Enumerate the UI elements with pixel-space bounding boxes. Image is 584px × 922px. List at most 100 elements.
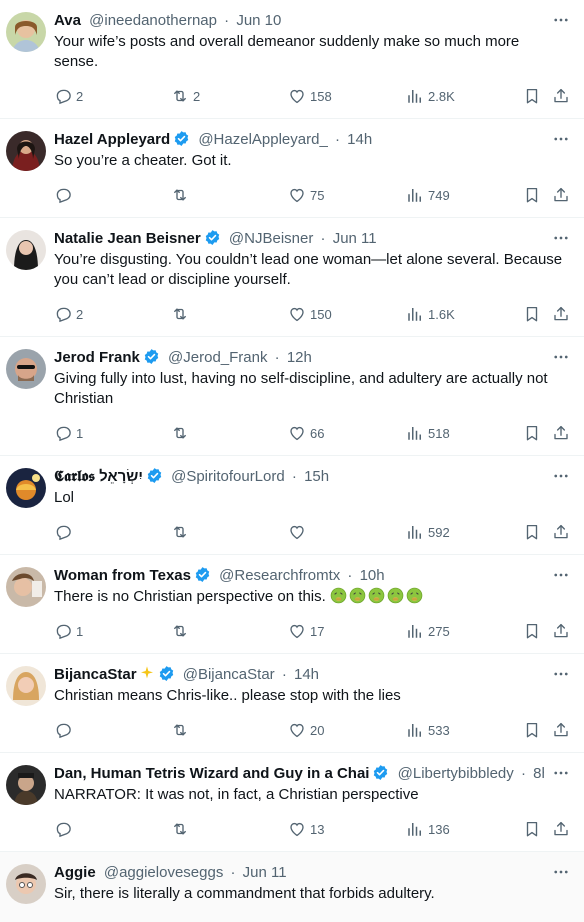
avatar[interactable] [6,131,46,171]
more-options-icon[interactable] [552,763,570,783]
avatar[interactable] [6,230,46,270]
like-button[interactable]: 13 [288,819,324,839]
avatar[interactable] [6,349,46,389]
share-button[interactable] [552,86,570,106]
bookmark-button[interactable] [523,86,541,106]
like-button[interactable]: 75 [288,185,324,205]
avatar[interactable] [6,864,46,904]
author-handle[interactable]: @BijancaStar [183,666,275,683]
author-handle[interactable]: @Researchfromtx [219,567,340,584]
bookmark-button[interactable] [523,819,541,839]
views-button[interactable]: 592 [406,522,450,542]
more-options-icon[interactable] [552,228,570,248]
reply-button[interactable] [54,720,76,740]
timestamp[interactable]: 15h [304,468,329,485]
retweet-button[interactable] [171,522,193,542]
timestamp[interactable]: 8h [533,765,544,782]
reply-button[interactable]: 2 [54,86,83,106]
author-handle[interactable]: @SpiritofourLord [171,468,285,485]
tweet-item[interactable]: BijancaStar @BijancaStar · 14h Christian… [0,654,584,753]
retweet-button[interactable] [171,185,193,205]
avatar[interactable] [6,12,46,52]
views-button[interactable]: 136 [406,819,450,839]
views-button[interactable]: 518 [406,423,450,443]
reply-button[interactable] [54,522,76,542]
tweet-item[interactable]: Ava @ineedanothernap · Jun 10 Your wife’… [0,0,584,119]
reply-button[interactable]: 1 [54,621,83,641]
author-handle[interactable]: @Libertybibbledy [398,765,514,782]
timestamp[interactable]: 10h [360,567,385,584]
tweet-item[interactable]: 𝕮𝖆𝖗𝖑𝖔𝖘 יִשְׂרָאֵל @SpiritofourLord · 15h… [0,456,584,555]
tweet-item[interactable]: Natalie Jean Beisner @NJBeisner · Jun 11… [0,218,584,337]
share-button[interactable] [552,522,570,542]
tweet-item[interactable]: Woman from Texas @Researchfromtx · 10h T… [0,555,584,654]
author-name[interactable]: Dan, Human Tetris Wizard and Guy in a Ch… [54,765,369,782]
timestamp[interactable]: 14h [347,131,372,148]
retweet-button[interactable] [171,304,193,324]
reply-button[interactable]: 1 [54,423,83,443]
author-name[interactable]: Aggie [54,864,96,881]
share-button[interactable] [552,423,570,443]
author-name[interactable]: Jerod Frank [54,349,140,366]
more-options-icon[interactable] [552,664,570,684]
more-options-icon[interactable] [552,862,570,882]
like-button[interactable]: 20 [288,720,324,740]
author-handle[interactable]: @Jerod_Frank [168,349,267,366]
bookmark-button[interactable] [523,720,541,740]
share-button[interactable] [552,720,570,740]
author-name[interactable]: Natalie Jean Beisner [54,230,201,247]
timestamp[interactable]: Jun 10 [236,12,281,29]
timestamp[interactable]: 12h [287,349,312,366]
timestamp[interactable]: 14h [294,666,319,683]
author-name[interactable]: Hazel Appleyard [54,131,170,148]
timestamp[interactable]: Jun 11 [243,864,287,881]
author-handle[interactable]: @HazelAppleyard_ [198,131,327,148]
views-button[interactable]: 2.8K [406,86,455,106]
share-button[interactable] [552,304,570,324]
more-options-icon[interactable] [552,466,570,486]
like-button[interactable]: 158 [288,86,332,106]
like-button[interactable]: 66 [288,423,324,443]
tweet-item[interactable]: Hazel Appleyard @HazelAppleyard_ · 14h S… [0,119,584,218]
tweet-item[interactable]: Dan, Human Tetris Wizard and Guy in a Ch… [0,753,584,852]
author-name[interactable]: Woman from Texas [54,567,191,584]
avatar[interactable] [6,567,46,607]
bookmark-button[interactable] [523,185,541,205]
views-button[interactable]: 1.6K [406,304,455,324]
reply-button[interactable]: 2 [54,304,83,324]
avatar[interactable] [6,468,46,508]
bookmark-button[interactable] [523,423,541,443]
avatar[interactable] [6,765,46,805]
avatar[interactable] [6,666,46,706]
more-options-icon[interactable] [552,129,570,149]
tweet-item[interactable]: Jerod Frank @Jerod_Frank · 12h Giving fu… [0,337,584,456]
share-button[interactable] [552,185,570,205]
tweet-item[interactable]: Aggie @aggieloveseggs · Jun 11 Sir, ther… [0,852,584,922]
views-button[interactable]: 749 [406,185,450,205]
retweet-button[interactable] [171,423,193,443]
views-button[interactable]: 275 [406,621,450,641]
retweet-button[interactable] [171,621,193,641]
author-name[interactable]: BijancaStar [54,666,137,683]
like-button[interactable]: 150 [288,304,332,324]
bookmark-button[interactable] [523,522,541,542]
reply-button[interactable] [54,185,76,205]
author-handle[interactable]: @ineedanothernap [89,12,217,29]
author-name[interactable]: 𝕮𝖆𝖗𝖑𝖔𝖘 יִשְׂרָאֵל [54,468,143,485]
more-options-icon[interactable] [552,347,570,367]
views-button[interactable]: 533 [406,720,450,740]
author-handle[interactable]: @NJBeisner [229,230,313,247]
share-button[interactable] [552,621,570,641]
more-options-icon[interactable] [552,10,570,30]
author-name[interactable]: Ava [54,12,81,29]
retweet-button[interactable] [171,819,193,839]
like-button[interactable] [288,522,310,542]
bookmark-button[interactable] [523,304,541,324]
reply-button[interactable] [54,819,76,839]
more-options-icon[interactable] [552,565,570,585]
bookmark-button[interactable] [523,621,541,641]
like-button[interactable]: 17 [288,621,324,641]
retweet-button[interactable] [171,720,193,740]
share-button[interactable] [552,819,570,839]
author-handle[interactable]: @aggieloveseggs [104,864,223,881]
